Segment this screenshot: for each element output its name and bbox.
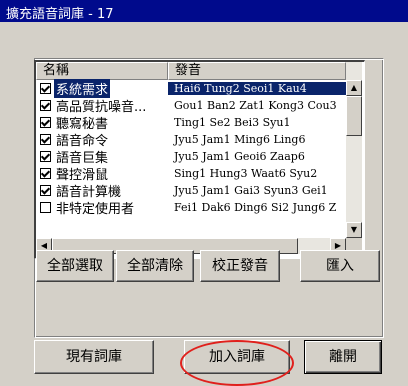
row-checkbox[interactable] [40,117,51,128]
name-cell: 非特定使用者 [36,198,168,217]
column-header-pronunciation[interactable]: 發音 [168,62,346,80]
dialog-body: 名稱 發音 系統需求 Hai6 Tung2 Seoi1 Kau4 高品質抗噪音...… [0,22,408,386]
row-checkbox[interactable] [40,202,51,213]
import-button[interactable]: 匯入 [300,250,380,282]
row-checkbox[interactable] [40,185,51,196]
entry-pronunciation: Fei1 Dak6 Ding6 Si2 Jung6 Z [174,201,337,214]
list-item[interactable]: 系統需求 Hai6 Tung2 Seoi1 Kau4 [36,79,346,98]
list-item[interactable]: 語音計算機 Jyu5 Jam1 Gai3 Syun3 Gei1 [36,182,346,200]
entry-pronunciation: Jyu5 Jam1 Ming6 Ling6 [174,133,306,146]
scroll-up-button[interactable]: ▲ [346,80,362,96]
row-checkbox[interactable] [40,134,51,145]
entry-pronunciation: Hai6 Tung2 Seoi1 Kau4 [168,82,346,95]
vertical-scrollbar[interactable]: ▲ ▼ [346,62,362,238]
row-checkbox[interactable] [40,100,51,111]
entry-pronunciation: Sing1 Hung3 Waat6 Syu2 [174,167,318,180]
list-item[interactable]: 語音巨集 Jyu5 Jam1 Geoi6 Zaap6 [36,148,346,166]
correct-pronunciation-button[interactable]: 校正發音 [200,250,280,282]
entry-name: 非特定使用者 [56,202,135,217]
title-bar[interactable]: 擴充語音詞庫 - 17 [0,0,408,22]
window-title: 擴充語音詞庫 - 17 [6,7,114,22]
vocabulary-list[interactable]: 名稱 發音 系統需求 Hai6 Tung2 Seoi1 Kau4 高品質抗噪音...… [34,60,365,259]
row-checkbox[interactable] [40,83,51,94]
list-item[interactable]: 語音命令 Jyu5 Jam1 Ming6 Ling6 [36,131,346,149]
entry-pronunciation: Ting1 Se2 Bei3 Syu1 [174,116,291,129]
list-item[interactable]: 聽寫秘書 Ting1 Se2 Bei3 Syu1 [36,114,346,132]
list-item[interactable]: 聲控滑鼠 Sing1 Hung3 Waat6 Syu2 [36,165,346,183]
entry-pronunciation: Jyu5 Jam1 Geoi6 Zaap6 [174,150,305,163]
leave-button[interactable]: 離開 [304,340,382,374]
existing-vocabulary-button[interactable]: 現有詞庫 [34,340,154,374]
row-checkbox[interactable] [40,151,51,162]
clear-all-button[interactable]: 全部清除 [116,250,194,282]
entry-pronunciation: Gou1 Ban2 Zat1 Kong3 Cou3 [174,99,337,112]
entry-pronunciation: Jyu5 Jam1 Gai3 Syun3 Gei1 [174,184,328,197]
list-rows: 系統需求 Hai6 Tung2 Seoi1 Kau4 高品質抗噪音... Gou1 B… [36,79,346,217]
list-header: 名稱 發音 [36,62,346,80]
list-item[interactable]: 高品質抗噪音... Gou1 Ban2 Zat1 Kong3 Cou3 [36,97,346,115]
row-checkbox[interactable] [40,168,51,179]
list-item[interactable]: 非特定使用者 Fei1 Dak6 Ding6 Si2 Jung6 Z [36,198,346,217]
column-header-name[interactable]: 名稱 [36,62,168,80]
vertical-scroll-thumb[interactable] [346,96,362,136]
select-all-button[interactable]: 全部選取 [36,250,114,282]
add-vocabulary-button[interactable]: 加入詞庫 [184,340,290,374]
scroll-down-button[interactable]: ▼ [346,222,362,238]
